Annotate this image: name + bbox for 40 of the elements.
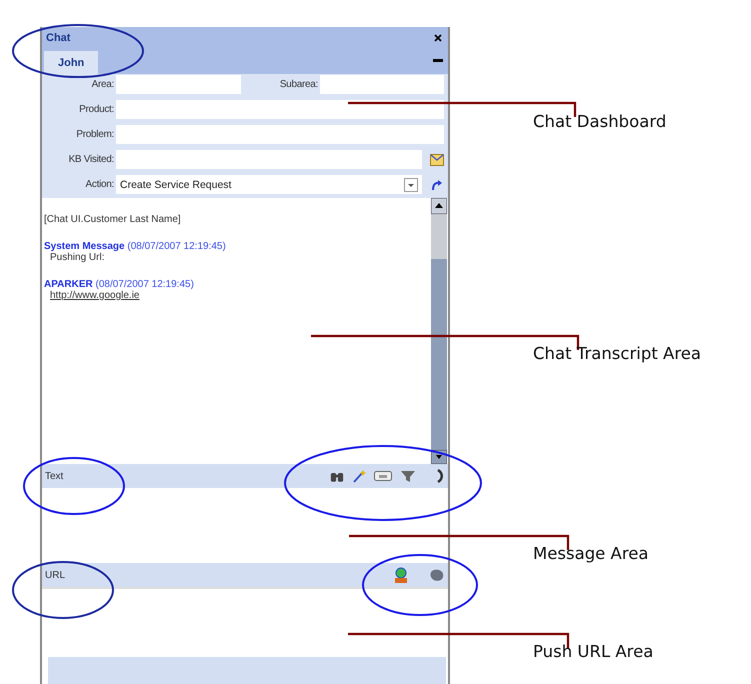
scrollbar-thumb[interactable]	[431, 214, 447, 259]
message-link[interactable]: http://www.google.ie	[44, 290, 140, 301]
message-text: Pushing Url:	[49, 252, 104, 263]
message-time: (08/07/2007 12:19:45)	[127, 241, 226, 252]
close-icon[interactable]	[434, 34, 442, 42]
input-field[interactable]	[116, 150, 422, 169]
text-bar-label: Text	[45, 470, 64, 482]
url-bar-label: URL	[45, 570, 66, 580]
minimize-icon[interactable]	[433, 58, 443, 62]
bracket-icon[interactable]	[436, 469, 444, 483]
field-label: Problem:	[75, 129, 114, 140]
message-time: (08/07/2007 12:19:45)	[96, 279, 194, 290]
scrollbar[interactable]	[431, 198, 447, 464]
redo-arrow-icon[interactable]	[430, 178, 444, 192]
envelope-icon[interactable]	[430, 154, 444, 166]
globe-person-icon[interactable]	[393, 567, 409, 583]
tab[interactable]: John	[44, 51, 98, 74]
callout-label: Push URL Area	[533, 642, 654, 661]
dropdown-field[interactable]: Create Service Request	[116, 175, 422, 194]
callout-label: Message Area	[533, 544, 649, 563]
keyboard-icon[interactable]	[374, 470, 392, 482]
field-label: Product:	[78, 104, 114, 115]
funnel-icon[interactable]	[400, 469, 416, 483]
transcript-heading: [Chat UI.Customer Last Name]	[44, 214, 182, 225]
callout-label: Chat Transcript Area	[533, 344, 702, 363]
scroll-up-icon[interactable]	[431, 198, 447, 214]
input-field[interactable]	[116, 125, 444, 144]
field-label: KB Visited:	[68, 154, 114, 165]
input-field[interactable]	[116, 100, 444, 119]
field-label: Area:	[90, 79, 114, 90]
window-title: Chat	[46, 32, 70, 44]
magic-wand-icon[interactable]	[352, 469, 366, 483]
callout-label: Chat Dashboard	[533, 112, 666, 131]
blob-icon[interactable]	[429, 568, 444, 582]
input-field[interactable]	[116, 75, 241, 94]
message-sender: System Message	[44, 241, 125, 252]
field-label: Subarea:	[278, 79, 318, 90]
message-sender: APARKER	[44, 279, 93, 290]
field-label: Action:	[84, 179, 114, 190]
input-field[interactable]	[320, 75, 444, 94]
